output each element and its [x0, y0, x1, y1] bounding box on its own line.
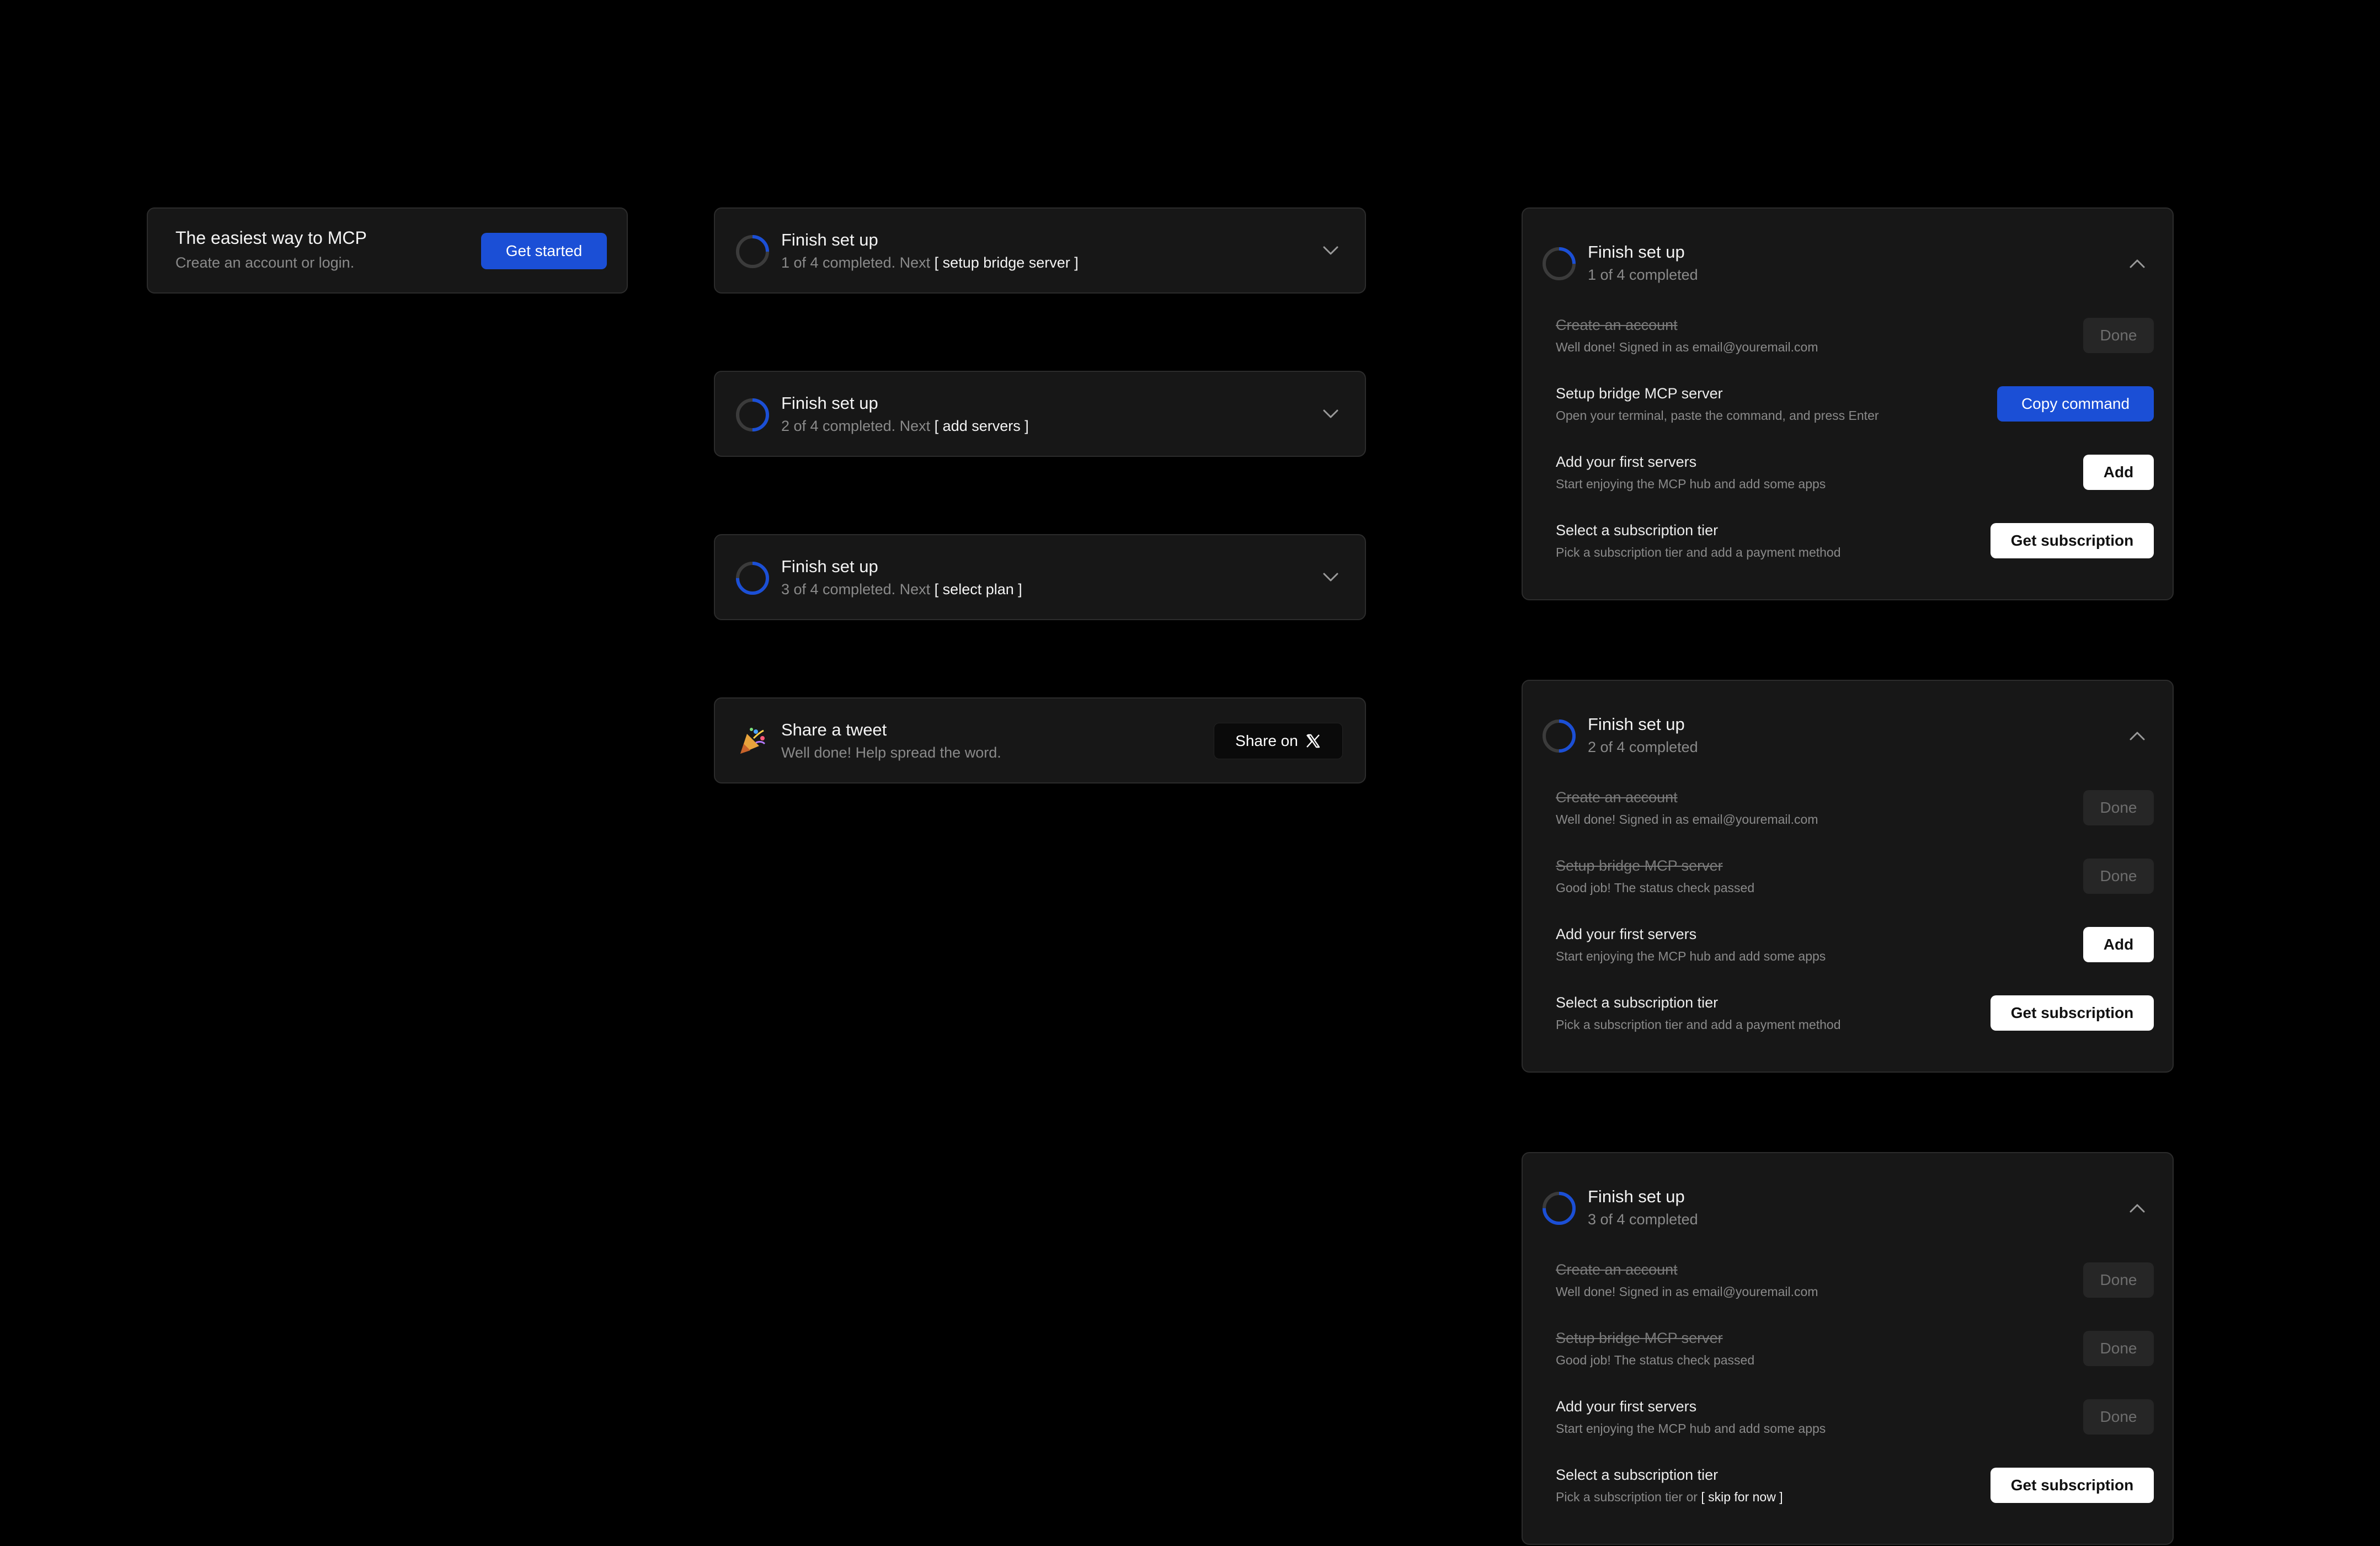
setup-collapsed-card-2[interactable]: Finish set up 2 of 4 completed. Next [ a… [714, 371, 1366, 457]
setup-title: Finish set up [1588, 1187, 1685, 1206]
task-description: Start enjoying the MCP hub and add some … [1556, 1421, 1826, 1436]
get-subscription-button[interactable]: Get subscription [1991, 995, 2154, 1031]
chevron-down-icon[interactable] [1321, 241, 1341, 260]
task-description: Well done! Signed in as email@youremail.… [1556, 1284, 1818, 1299]
setup-next-step[interactable]: [ select plan ] [935, 581, 1022, 598]
task-description-text: Well done! Signed in as email@youremail.… [1556, 1284, 1818, 1299]
chevron-up-icon[interactable] [2127, 726, 2147, 746]
chevron-down-icon[interactable] [1321, 404, 1341, 424]
add-button[interactable]: Add [2083, 455, 2154, 490]
share-button-label: Share on [1235, 732, 1298, 749]
setup-status: 2 of 4 completed [1588, 739, 1698, 755]
done-button: Done [2083, 318, 2154, 353]
setup-status: 3 of 4 completed. Next [ select plan ] [781, 580, 1022, 598]
task-description: Pick a subscription tier or [ skip for n… [1556, 1490, 1783, 1505]
task-description: Well done! Signed in as email@youremail.… [1556, 812, 1818, 827]
setup-collapsed-card-1[interactable]: Finish set up 1 of 4 completed. Next [ s… [714, 207, 1366, 294]
done-button: Done [2083, 1399, 2154, 1435]
task-description-text: Start enjoying the MCP hub and add some … [1556, 949, 1826, 963]
chevron-up-icon[interactable] [2127, 1198, 2147, 1218]
setup-expanded-card-2: Finish set up 2 of 4 completed Create an a… [1522, 680, 2174, 1073]
setup-title: Finish set up [781, 557, 878, 576]
copy-command-button[interactable]: Copy command [1997, 386, 2154, 422]
task-title: Select a subscription tier [1556, 1467, 1719, 1483]
task-description: Good job! The status check passed [1556, 1353, 1754, 1368]
progress-ring-icon [1543, 247, 1576, 280]
progress-ring-icon [736, 235, 769, 268]
intro-subtitle: Create an account or login. [175, 254, 355, 271]
progress-ring-icon [1543, 719, 1576, 753]
task-title: Select a subscription tier [1556, 994, 1719, 1011]
setup-status-text: 2 of 4 completed. Next [781, 418, 931, 434]
setup-title: Finish set up [1588, 242, 1685, 262]
setup-status: 2 of 4 completed. Next [ add servers ] [781, 417, 1029, 435]
done-button: Done [2083, 1331, 2154, 1366]
task-title: Create an account [1556, 1261, 1678, 1278]
setup-title: Finish set up [781, 393, 878, 413]
progress-ring-icon [736, 562, 769, 595]
task-description-text: Pick a subscription tier and add a payme… [1556, 1017, 1841, 1032]
setup-next-step[interactable]: [ add servers ] [935, 418, 1029, 434]
skip-for-now-link[interactable]: [ skip for now ] [1701, 1490, 1783, 1504]
task-title: Create an account [1556, 317, 1678, 333]
task-description-text: Well done! Signed in as email@youremail.… [1556, 340, 1818, 354]
done-button: Done [2083, 1262, 2154, 1298]
get-subscription-button[interactable]: Get subscription [1991, 523, 2154, 558]
task-description: Good job! The status check passed [1556, 881, 1754, 895]
setup-status: 1 of 4 completed [1588, 266, 1698, 283]
task-title: Setup bridge MCP server [1556, 857, 1723, 874]
task-title: Add your first servers [1556, 454, 1697, 470]
chevron-up-icon[interactable] [2127, 254, 2147, 274]
task-description-text: Start enjoying the MCP hub and add some … [1556, 1421, 1826, 1436]
setup-expanded-card-3: Finish set up 3 of 4 completed Create an a… [1522, 1152, 2174, 1545]
setup-status: 1 of 4 completed. Next [ setup bridge se… [781, 254, 1079, 271]
setup-title: Finish set up [1588, 715, 1685, 734]
intro-title: The easiest way to MCP [175, 228, 367, 248]
task-description-text: Good job! The status check passed [1556, 881, 1755, 895]
get-started-button[interactable]: Get started [481, 233, 607, 269]
task-description: Well done! Signed in as email@youremail.… [1556, 340, 1818, 355]
setup-next-step[interactable]: [ setup bridge server ] [935, 254, 1079, 271]
chevron-down-icon[interactable] [1321, 567, 1341, 587]
setup-collapsed-card-3[interactable]: Finish set up 3 of 4 completed. Next [ s… [714, 534, 1366, 620]
task-description: Open your terminal, paste the command, a… [1556, 408, 1879, 423]
progress-ring-icon [736, 398, 769, 431]
tweet-subtitle: Well done! Help spread the word. [781, 744, 1001, 761]
task-description: Start enjoying the MCP hub and add some … [1556, 949, 1826, 964]
task-description-text: Well done! Signed in as email@youremail.… [1556, 812, 1818, 827]
task-description-text: Pick a subscription tier and add a payme… [1556, 545, 1841, 559]
setup-status-text: 1 of 4 completed. Next [781, 254, 931, 271]
task-title: Add your first servers [1556, 1398, 1697, 1415]
progress-ring-icon [1543, 1192, 1576, 1225]
party-popper-icon [740, 728, 766, 754]
task-title: Setup bridge MCP server [1556, 1330, 1723, 1346]
task-description: Start enjoying the MCP hub and add some … [1556, 477, 1826, 492]
task-description-text: Pick a subscription tier or [1556, 1490, 1698, 1504]
tweet-title: Share a tweet [781, 720, 887, 739]
setup-expanded-card-1: Finish set up 1 of 4 completed Create an a… [1522, 207, 2174, 600]
task-title: Select a subscription tier [1556, 522, 1719, 539]
intro-card: The easiest way to MCP Create an account… [147, 207, 628, 294]
setup-status-text: 3 of 4 completed. Next [781, 581, 931, 598]
done-button: Done [2083, 790, 2154, 825]
task-description: Pick a subscription tier and add a payme… [1556, 1017, 1841, 1032]
task-description-text: Open your terminal, paste the command, a… [1556, 408, 1879, 423]
setup-status: 3 of 4 completed [1588, 1211, 1698, 1228]
get-subscription-button[interactable]: Get subscription [1991, 1468, 2154, 1503]
task-title: Create an account [1556, 789, 1678, 806]
task-title: Add your first servers [1556, 926, 1697, 942]
task-description-text: Good job! The status check passed [1556, 1353, 1755, 1367]
share-on-x-button[interactable]: Share on [1214, 723, 1343, 759]
add-button[interactable]: Add [2083, 927, 2154, 962]
done-button: Done [2083, 859, 2154, 894]
task-description-text: Start enjoying the MCP hub and add some … [1556, 477, 1826, 491]
x-logo-icon [1306, 734, 1320, 748]
setup-title: Finish set up [781, 230, 878, 249]
task-description: Pick a subscription tier and add a payme… [1556, 545, 1841, 560]
share-tweet-card: Share a tweet Well done! Help spread the… [714, 697, 1366, 783]
task-title: Setup bridge MCP server [1556, 385, 1723, 402]
